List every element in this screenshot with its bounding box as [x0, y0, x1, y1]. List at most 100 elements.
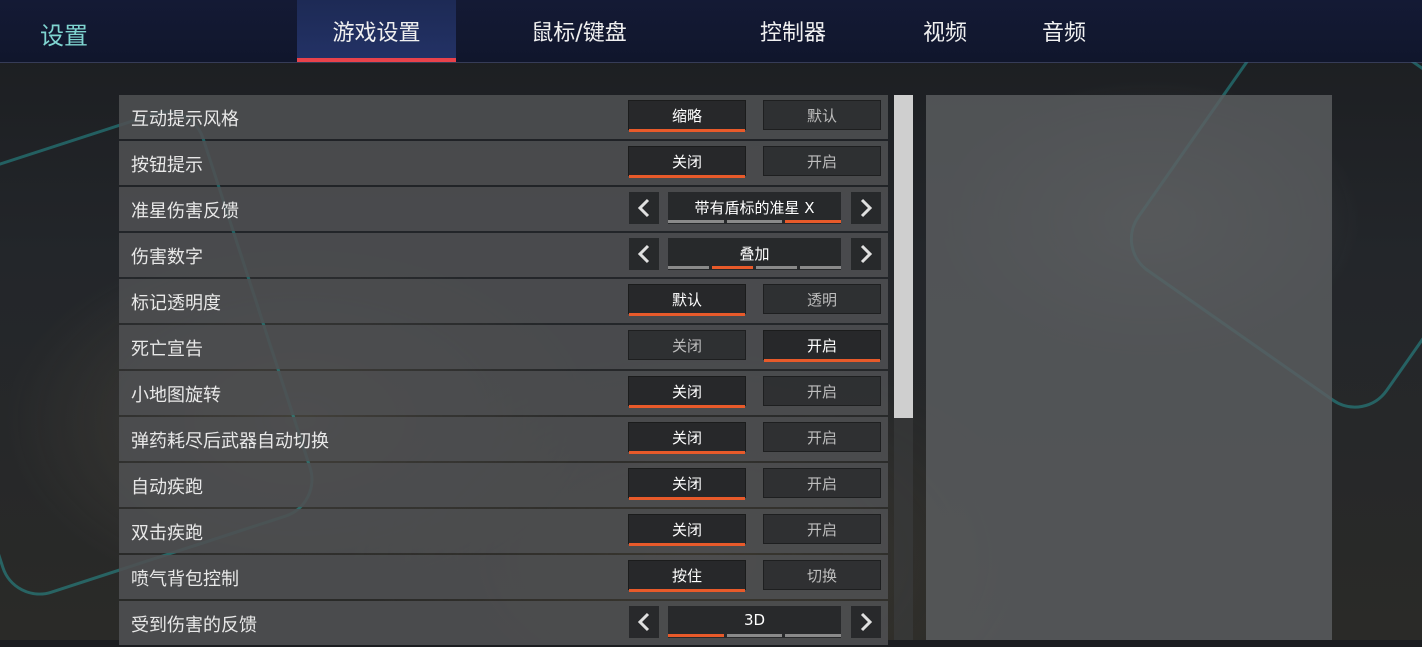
option-button[interactable]: 开启 — [763, 376, 881, 406]
setting-row: 受到伤害的反馈 3D — [119, 601, 888, 645]
tab-gameplay[interactable]: 游戏设置 — [297, 0, 456, 62]
setting-label: 自动疾跑 — [131, 477, 203, 498]
setting-row: 互动提示风格 缩略 默认 — [119, 95, 888, 139]
setting-row: 按钮提示 关闭 开启 — [119, 141, 888, 185]
option-button[interactable]: 按住 — [628, 560, 746, 592]
option-button[interactable]: 关闭 — [628, 146, 746, 178]
option-button[interactable]: 默认 — [628, 284, 746, 316]
setting-label: 小地图旋转 — [131, 385, 221, 406]
tab-controller[interactable]: 控制器 — [713, 0, 873, 62]
option-button[interactable]: 关闭 — [628, 422, 746, 454]
tab-label: 音频 — [1041, 21, 1086, 46]
option-button[interactable]: 透明 — [763, 284, 881, 314]
option-label: 切换 — [806, 566, 837, 585]
option-step-indicator — [668, 266, 841, 269]
tab-label: 控制器 — [759, 21, 826, 46]
setting-label: 喷气背包控制 — [131, 569, 239, 590]
step-pip — [668, 220, 724, 223]
option-label: 按住 — [671, 566, 702, 585]
step-pip — [726, 220, 783, 223]
chevron-right-icon — [859, 244, 873, 264]
previous-option-button[interactable] — [629, 238, 659, 270]
setting-row: 准星伤害反馈 带有盾标的准星 X — [119, 187, 888, 231]
step-pip — [668, 266, 709, 269]
option-label: 开启 — [806, 152, 837, 171]
step-pip — [756, 266, 797, 269]
option-button[interactable]: 开启 — [763, 514, 881, 544]
setting-label: 弹药耗尽后武器自动切换 — [131, 431, 329, 452]
setting-row: 自动疾跑 关闭 开启 — [119, 463, 888, 507]
option-button[interactable]: 开启 — [763, 330, 881, 362]
option-label: 开启 — [806, 474, 837, 493]
setting-row: 标记透明度 默认 透明 — [119, 279, 888, 323]
setting-row: 双击疾跑 关闭 开启 — [119, 509, 888, 553]
setting-row: 弹药耗尽后武器自动切换 关闭 开启 — [119, 417, 888, 461]
option-step-indicator — [668, 220, 842, 223]
tab-video[interactable]: 视频 — [894, 0, 996, 62]
setting-label: 受到伤害的反馈 — [131, 615, 257, 636]
option-button[interactable]: 开启 — [763, 422, 881, 452]
option-button[interactable]: 关闭 — [628, 468, 746, 500]
option-label: 关闭 — [671, 474, 702, 493]
selector-value: 叠加 — [739, 245, 770, 263]
chevron-left-icon — [637, 198, 651, 218]
chevron-left-icon — [637, 244, 651, 264]
option-button[interactable]: 关闭 — [628, 376, 746, 408]
setting-label: 准星伤害反馈 — [131, 201, 239, 222]
option-button[interactable]: 默认 — [763, 100, 881, 130]
option-selector: 3D — [668, 606, 842, 638]
setting-label: 互动提示风格 — [131, 109, 239, 130]
setting-label: 按钮提示 — [131, 155, 203, 176]
step-pip — [668, 634, 724, 637]
step-pip — [785, 634, 842, 637]
next-option-button[interactable] — [851, 192, 881, 224]
setting-preview-panel — [926, 95, 1332, 640]
option-button[interactable]: 开启 — [763, 146, 881, 176]
setting-label: 伤害数字 — [131, 247, 203, 268]
option-label: 开启 — [806, 382, 837, 401]
settings-list: 互动提示风格 缩略 默认 按钮提示 关闭 开启 准星伤害反馈 带有盾标的准星 X 伤害数字 叠加标… — [119, 95, 888, 647]
chevron-right-icon — [859, 198, 873, 218]
option-button[interactable]: 缩略 — [628, 100, 746, 132]
option-selector: 带有盾标的准星 X — [668, 192, 842, 224]
step-pip — [712, 266, 753, 269]
step-pip — [800, 266, 841, 269]
selector-value: 带有盾标的准星 X — [694, 199, 815, 217]
scrollbar-thumb[interactable] — [894, 95, 913, 418]
option-label: 默认 — [806, 106, 837, 125]
option-selector: 叠加 — [668, 238, 841, 270]
setting-label: 标记透明度 — [131, 293, 221, 314]
option-label: 开启 — [806, 336, 837, 355]
option-label: 开启 — [806, 428, 837, 447]
setting-row: 小地图旋转 关闭 开启 — [119, 371, 888, 415]
setting-row: 喷气背包控制 按住 切换 — [119, 555, 888, 599]
setting-row: 死亡宣告 关闭 开启 — [119, 325, 888, 369]
tab-mouse-keyboard[interactable]: 鼠标/键盘 — [500, 0, 658, 62]
step-pip — [785, 220, 842, 223]
selector-value: 3D — [743, 611, 766, 629]
top-bar-divider — [0, 62, 1422, 63]
tab-label: 游戏设置 — [332, 21, 421, 46]
tab-label: 鼠标/键盘 — [531, 21, 627, 46]
chevron-right-icon — [859, 612, 873, 632]
tab-audio[interactable]: 音频 — [1014, 0, 1114, 62]
option-label: 关闭 — [671, 152, 702, 171]
page-title: 设置 — [40, 22, 88, 50]
option-button[interactable]: 关闭 — [628, 514, 746, 546]
option-label: 透明 — [806, 290, 837, 309]
step-pip — [726, 634, 783, 637]
top-navigation-bar — [0, 0, 1422, 62]
option-button[interactable]: 关闭 — [628, 330, 746, 360]
previous-option-button[interactable] — [629, 606, 659, 638]
option-label: 开启 — [806, 520, 837, 539]
setting-label: 双击疾跑 — [131, 523, 203, 544]
option-button[interactable]: 切换 — [763, 560, 881, 590]
next-option-button[interactable] — [851, 238, 881, 270]
option-button[interactable]: 开启 — [763, 468, 881, 498]
previous-option-button[interactable] — [629, 192, 659, 224]
setting-label: 死亡宣告 — [131, 339, 203, 360]
option-label: 关闭 — [671, 336, 702, 355]
option-label: 关闭 — [671, 520, 702, 539]
option-label: 关闭 — [671, 428, 702, 447]
next-option-button[interactable] — [851, 606, 881, 638]
